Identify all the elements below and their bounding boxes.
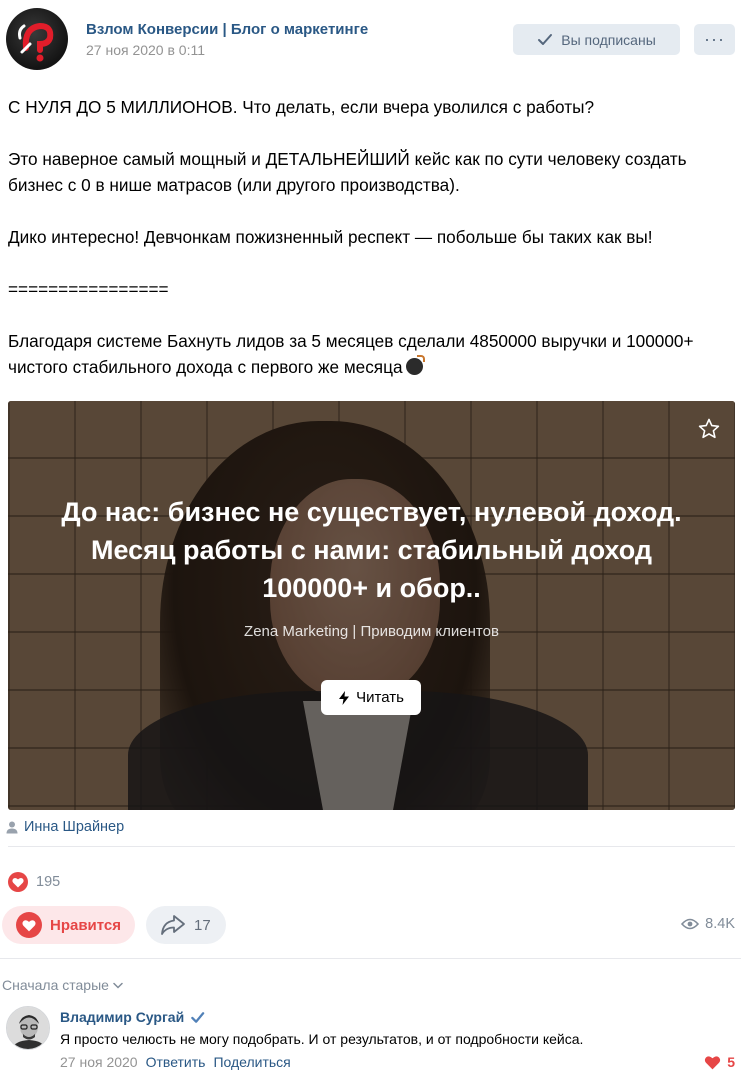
article-title-line: Месяц работы с нами: стабильный доход <box>90 535 653 565</box>
post-text-line: Это наверное самый мощный и ДЕТАЛЬНЕЙШИЙ… <box>8 149 692 195</box>
group-avatar[interactable] <box>6 8 68 70</box>
comment-text: Я просто челюсть не могу подобрать. И от… <box>60 1031 584 1047</box>
divider <box>0 958 741 959</box>
post-text: С НУЛЯ ДО 5 МИЛЛИОНОВ. Что делать, если … <box>8 94 738 380</box>
bomb-emoji-icon <box>405 355 425 375</box>
article-title-line: До нас: бизнес не существует, нулевой до… <box>61 497 682 527</box>
post-text-line: Благодаря системе Бахнуть лидов за 5 мес… <box>8 328 738 380</box>
heart-icon <box>705 1055 721 1069</box>
share-comment-link[interactable]: Поделиться <box>213 1054 290 1070</box>
share-button[interactable]: 17 <box>146 906 226 944</box>
more-options-button[interactable]: ··· <box>694 24 735 55</box>
share-count: 17 <box>194 916 211 934</box>
comment-date[interactable]: 27 ноя 2020 <box>60 1054 138 1070</box>
heart-reaction-icon <box>8 872 28 892</box>
comment-likes-count: 5 <box>727 1054 735 1070</box>
article-title-line: 100000+ и обор.. <box>262 573 481 603</box>
more-dots-icon: ··· <box>704 29 725 49</box>
comments-sort-dropdown[interactable]: Сначала старые <box>2 977 123 993</box>
reply-link[interactable]: Ответить <box>146 1054 206 1070</box>
post-text-line: С НУЛЯ ДО 5 МИЛЛИОНОВ. Что делать, если … <box>8 97 595 117</box>
post-author[interactable]: Инна Шрайнер <box>6 819 124 835</box>
article-source: Zena Marketing | Приводим клиентов <box>244 623 499 640</box>
commenter-photo-icon <box>7 1007 49 1049</box>
group-logo-icon <box>18 22 54 62</box>
views-counter: 8.4K <box>681 916 735 932</box>
commenter-name-link[interactable]: Владимир Сургай <box>60 1009 205 1025</box>
comment-like-button[interactable]: 5 <box>704 1054 735 1070</box>
post-header: Взлом Конверсии | Блог о маркетинге 27 н… <box>0 0 741 78</box>
read-article-label: Читать <box>356 689 404 706</box>
lightning-icon <box>339 690 350 705</box>
share-arrow-icon <box>161 915 185 935</box>
post-text-line: Дико интересно! Девчонкам пожизненный ре… <box>8 227 653 247</box>
reactions-summary[interactable]: 195 <box>8 872 60 892</box>
article-title: До нас: бизнес не существует, нулевой до… <box>8 493 735 607</box>
person-icon <box>6 821 18 833</box>
commenter-name: Владимир Сургай <box>60 1009 185 1025</box>
star-icon <box>698 418 720 439</box>
comment-meta: 27 ноя 2020 Ответить Поделиться <box>60 1054 291 1070</box>
heart-icon <box>16 912 42 938</box>
like-label: Нравится <box>50 916 122 934</box>
group-name-link[interactable]: Взлом Конверсии | Блог о маркетинге <box>86 21 368 38</box>
views-count: 8.4K <box>705 916 735 932</box>
subscribed-button[interactable]: Вы подписаны <box>513 24 680 55</box>
subscribed-label: Вы подписаны <box>561 31 656 48</box>
commenter-avatar[interactable] <box>6 1006 50 1050</box>
post-author-name: Инна Шрайнер <box>24 819 125 835</box>
post-text-line-content: Благодаря системе Бахнуть лидов за 5 мес… <box>8 331 699 377</box>
post-date[interactable]: 27 ноя 2020 в 0:11 <box>86 42 205 58</box>
article-card[interactable]: До нас: бизнес не существует, нулевой до… <box>8 401 735 810</box>
eye-icon <box>681 918 700 930</box>
post-text-line: ================ <box>8 279 169 299</box>
comments-sort-label: Сначала старые <box>2 977 109 993</box>
checkmark-icon <box>538 33 553 45</box>
chevron-down-icon <box>113 982 123 989</box>
like-button[interactable]: Нравится <box>2 906 135 944</box>
bookmark-star-button[interactable] <box>697 417 721 446</box>
divider <box>8 846 735 847</box>
reactions-count: 195 <box>36 874 61 890</box>
read-article-button[interactable]: Читать <box>321 680 421 715</box>
verified-check-icon <box>191 1011 205 1023</box>
